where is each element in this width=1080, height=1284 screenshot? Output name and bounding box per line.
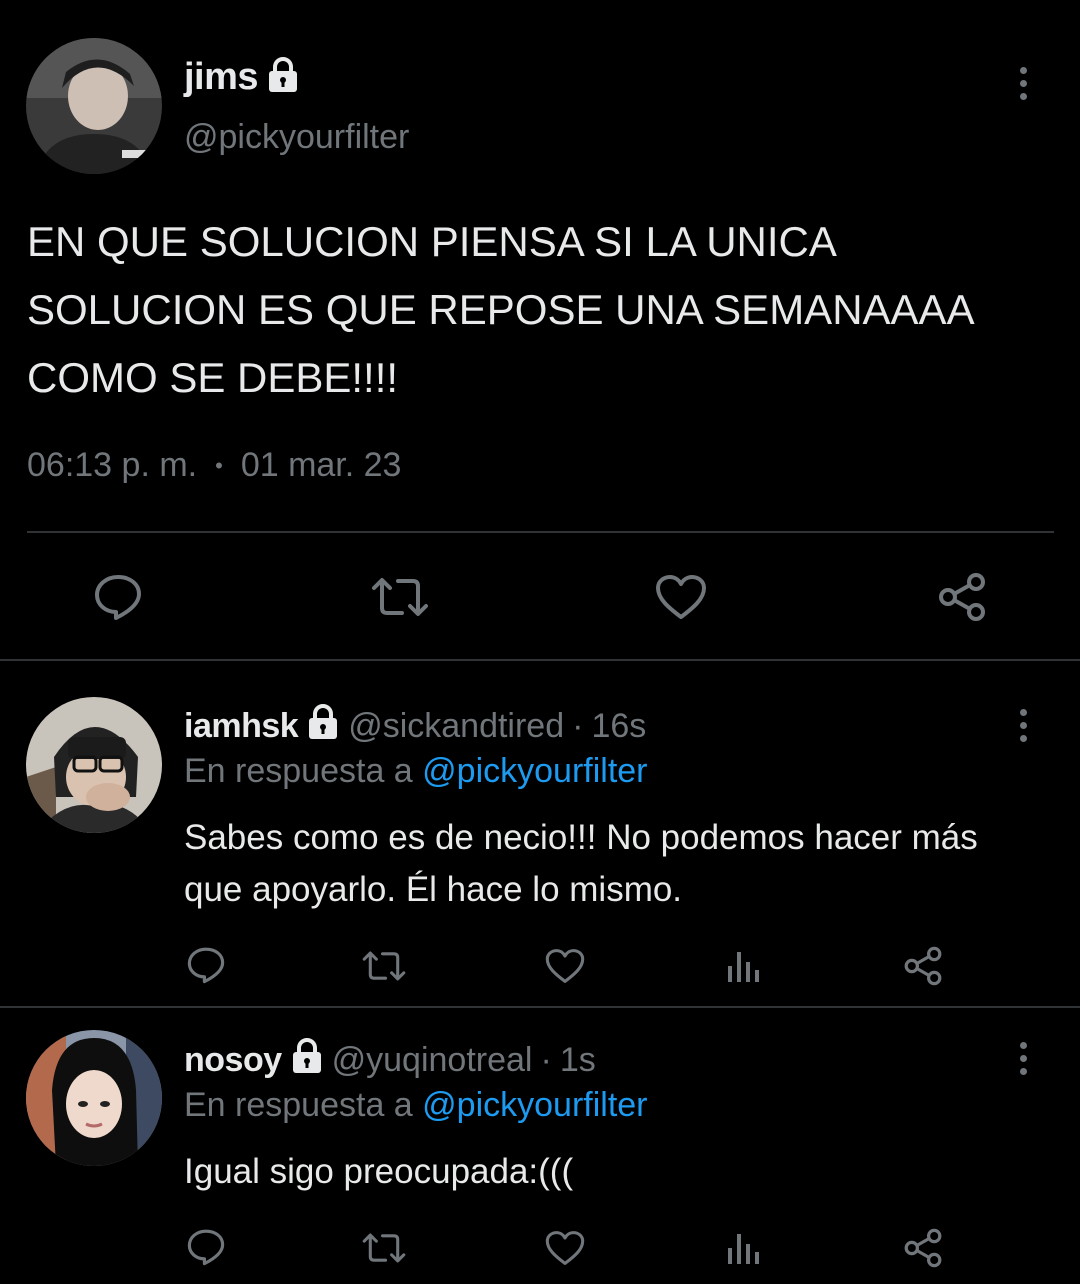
reply-icon[interactable] bbox=[187, 946, 225, 984]
handle[interactable]: @sickandtired bbox=[348, 707, 564, 746]
lock-icon bbox=[266, 57, 300, 98]
lock-icon bbox=[290, 1038, 324, 1083]
tweet-text-line: SOLUCION ES QUE REPOSE UNA SEMANAAAA bbox=[27, 286, 975, 333]
share-icon[interactable] bbox=[937, 572, 987, 622]
separator: • bbox=[215, 452, 223, 478]
avatar[interactable] bbox=[26, 697, 162, 833]
tweet-text: Sabes como es de necio!!! No podemos hac… bbox=[184, 812, 978, 916]
share-icon[interactable] bbox=[903, 1228, 943, 1268]
tweet-text-line: COMO SE DEBE!!!! bbox=[27, 354, 399, 401]
divider bbox=[27, 531, 1054, 533]
timestamp: 06:13 p. m. • 01 mar. 23 bbox=[27, 446, 401, 485]
like-icon[interactable] bbox=[545, 948, 585, 984]
tweet-date[interactable]: 01 mar. 23 bbox=[241, 446, 402, 485]
divider bbox=[0, 659, 1080, 661]
tweet-text-line: EN QUE SOLUCION PIENSA SI LA UNICA bbox=[27, 218, 837, 265]
reply-prefix: En respuesta a bbox=[184, 1086, 413, 1124]
reply-to-link[interactable]: @pickyourfilter bbox=[422, 1086, 647, 1124]
display-name[interactable]: nosoy bbox=[184, 1041, 282, 1080]
like-icon[interactable] bbox=[655, 574, 707, 620]
retweet-icon[interactable] bbox=[361, 1232, 407, 1264]
reply-icon[interactable] bbox=[94, 574, 142, 620]
separator: · bbox=[540, 1041, 552, 1079]
divider bbox=[0, 1006, 1080, 1008]
reply-icon[interactable] bbox=[187, 1228, 225, 1266]
reply-prefix: En respuesta a bbox=[184, 752, 413, 790]
reply-context: En respuesta a @pickyourfilter bbox=[184, 752, 648, 791]
handle[interactable]: @yuqinotreal bbox=[332, 1041, 533, 1080]
tweet-age[interactable]: 1s bbox=[560, 1041, 596, 1080]
more-options-icon[interactable] bbox=[1020, 67, 1027, 100]
avatar[interactable] bbox=[26, 1030, 162, 1166]
views-icon[interactable] bbox=[726, 948, 762, 984]
avatar[interactable] bbox=[26, 38, 162, 174]
share-icon[interactable] bbox=[903, 946, 943, 986]
display-name[interactable]: iamhsk bbox=[184, 707, 299, 746]
tweet-text-line: Igual sigo preocupada:((( bbox=[184, 1152, 574, 1191]
separator: · bbox=[572, 707, 584, 745]
reply-to-link[interactable]: @pickyourfilter bbox=[422, 752, 647, 790]
views-icon[interactable] bbox=[726, 1230, 762, 1266]
lock-icon bbox=[306, 704, 340, 749]
tweet-text-line: Sabes como es de necio!!! No podemos hac… bbox=[184, 818, 978, 857]
handle[interactable]: @pickyourfilter bbox=[184, 118, 409, 157]
retweet-icon[interactable] bbox=[361, 950, 407, 982]
retweet-icon[interactable] bbox=[370, 576, 430, 618]
reply-context: En respuesta a @pickyourfilter bbox=[184, 1086, 648, 1125]
display-name[interactable]: jims bbox=[184, 56, 259, 99]
tweet-age[interactable]: 16s bbox=[591, 707, 646, 746]
tweet-text: Igual sigo preocupada:((( bbox=[184, 1146, 573, 1198]
like-icon[interactable] bbox=[545, 1230, 585, 1266]
tweet-text: EN QUE SOLUCION PIENSA SI LA UNICA SOLUC… bbox=[27, 208, 975, 412]
tweet-time[interactable]: 06:13 p. m. bbox=[27, 446, 197, 485]
more-options-icon[interactable] bbox=[1020, 1042, 1027, 1075]
tweet-text-line: que apoyarlo. Él hace lo mismo. bbox=[184, 870, 683, 909]
more-options-icon[interactable] bbox=[1020, 709, 1027, 742]
